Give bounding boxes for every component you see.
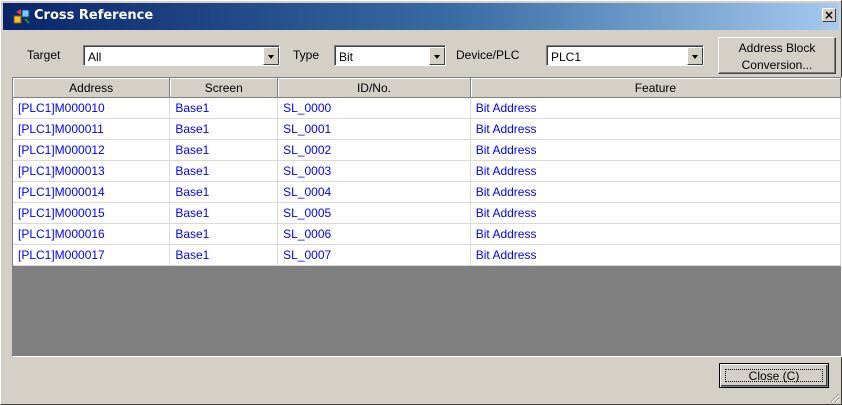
title-bar[interactable]: Cross Reference × — [3, 3, 839, 30]
screen-cell[interactable]: Base1 — [169, 118, 279, 140]
feature-cell[interactable]: Bit Address — [470, 181, 841, 203]
feature-cell[interactable]: Bit Address — [470, 118, 841, 140]
feature-cell[interactable]: Bit Address — [470, 97, 841, 119]
address-cell[interactable]: [PLC1]M000017 — [13, 244, 171, 266]
close-button-label: Close (C) — [725, 369, 823, 382]
screen-cell[interactable]: Base1 — [169, 181, 279, 203]
id-cell[interactable]: SL_0005 — [277, 202, 471, 224]
address-cell[interactable]: [PLC1]M000012 — [13, 139, 171, 161]
chevron-down-icon — [268, 55, 274, 59]
table-row[interactable]: [PLC1]M000015 Base1 SL_0005 Bit Address — [13, 202, 841, 224]
column-header-id[interactable]: ID/No. — [277, 78, 471, 98]
feature-cell[interactable]: Bit Address — [470, 223, 841, 245]
device-plc-value: PLC1 — [551, 50, 582, 64]
target-value: All — [88, 50, 102, 64]
id-cell[interactable]: SL_0004 — [277, 181, 471, 203]
column-header-address[interactable]: Address — [13, 78, 171, 98]
type-value: Bit — [339, 50, 354, 64]
address-block-line1: Address Block — [738, 41, 816, 55]
close-window-icon[interactable]: × — [822, 8, 836, 22]
id-cell[interactable]: SL_0000 — [277, 97, 471, 119]
feature-cell[interactable]: Bit Address — [470, 139, 841, 161]
target-select[interactable]: All — [83, 45, 280, 66]
table-row[interactable]: [PLC1]M000012 Base1 SL_0002 Bit Address — [13, 139, 841, 161]
cross-reference-app-icon — [13, 9, 30, 24]
table-row[interactable]: [PLC1]M000016 Base1 SL_0006 Bit Address — [13, 223, 841, 245]
table-row[interactable]: [PLC1]M000013 Base1 SL_0003 Bit Address — [13, 160, 841, 182]
results-table: Address Screen ID/No. Feature [PLC1]M000… — [13, 78, 841, 266]
feature-cell[interactable]: Bit Address — [470, 244, 841, 266]
type-dropdown-button[interactable] — [429, 47, 445, 65]
screen-cell[interactable]: Base1 — [169, 160, 279, 182]
screen-cell[interactable]: Base1 — [169, 97, 279, 119]
window-title: Cross Reference — [34, 8, 154, 23]
id-cell[interactable]: SL_0006 — [277, 223, 471, 245]
address-cell[interactable]: [PLC1]M000016 — [13, 223, 171, 245]
device-plc-label: Device/PLC — [456, 48, 520, 62]
table-row[interactable]: [PLC1]M000017 Base1 SL_0007 Bit Address — [13, 244, 841, 266]
device-plc-dropdown-button[interactable] — [687, 47, 703, 65]
column-header-screen[interactable]: Screen — [169, 78, 279, 98]
id-cell[interactable]: SL_0002 — [277, 139, 471, 161]
id-cell[interactable]: SL_0001 — [277, 118, 471, 140]
feature-cell[interactable]: Bit Address — [470, 160, 841, 182]
id-cell[interactable]: SL_0003 — [277, 160, 471, 182]
target-dropdown-button[interactable] — [263, 47, 279, 65]
resize-grip-icon[interactable] — [828, 391, 840, 403]
column-header-feature[interactable]: Feature — [470, 78, 841, 98]
cross-reference-table[interactable]: Address Screen ID/No. Feature [PLC1]M000… — [12, 77, 842, 357]
address-cell[interactable]: [PLC1]M000011 — [13, 118, 171, 140]
chevron-down-icon — [692, 55, 698, 59]
close-button[interactable]: Close (C) — [719, 363, 829, 388]
chevron-down-icon — [434, 55, 440, 59]
address-block-line2: Conversion... — [741, 58, 813, 72]
cross-reference-dialog: Cross Reference × Target All Type Bit De… — [0, 0, 842, 405]
screen-cell[interactable]: Base1 — [169, 244, 279, 266]
address-cell[interactable]: [PLC1]M000010 — [13, 97, 171, 119]
address-cell[interactable]: [PLC1]M000013 — [13, 160, 171, 182]
type-label: Type — [293, 48, 320, 62]
address-cell[interactable]: [PLC1]M000015 — [13, 202, 171, 224]
screen-cell[interactable]: Base1 — [169, 202, 279, 224]
screen-cell[interactable]: Base1 — [169, 223, 279, 245]
header-row: Address Screen ID/No. Feature — [13, 78, 841, 98]
table-row[interactable]: [PLC1]M000011 Base1 SL_0001 Bit Address — [13, 118, 841, 140]
table-row[interactable]: [PLC1]M000010 Base1 SL_0000 Bit Address — [13, 97, 841, 119]
address-block-conversion-button[interactable]: Address Block Conversion... — [718, 37, 836, 74]
device-plc-select[interactable]: PLC1 — [546, 45, 704, 66]
address-cell[interactable]: [PLC1]M000014 — [13, 181, 171, 203]
target-label: Target — [27, 48, 61, 62]
type-select[interactable]: Bit — [334, 45, 446, 66]
table-row[interactable]: [PLC1]M000014 Base1 SL_0004 Bit Address — [13, 181, 841, 203]
id-cell[interactable]: SL_0007 — [277, 244, 471, 266]
screen-cell[interactable]: Base1 — [169, 139, 279, 161]
feature-cell[interactable]: Bit Address — [470, 202, 841, 224]
